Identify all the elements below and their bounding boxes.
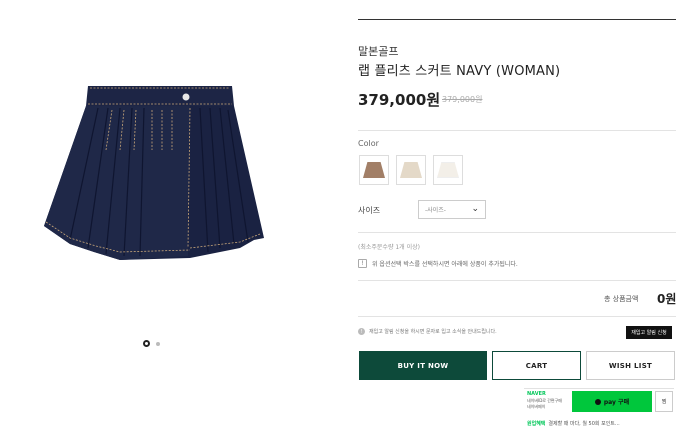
size-select[interactable]: -사이즈- ⌄ [418,200,486,219]
carousel-dot-active[interactable] [143,340,150,347]
restock-alert-button[interactable]: 재입고 알림 신청 [626,326,672,339]
top-divider [358,19,676,20]
size-label: 사이즈 [358,206,381,215]
brand-name[interactable]: 말본골프 [358,43,398,59]
naver-event-tag: 원업혜택 [527,421,546,427]
naver-jjim-button[interactable]: 찜 [655,391,673,412]
restock-notice-text: 재입고 알림 신청을 하시면 문자로 입고 소식을 안내드립니다. [369,329,497,335]
divider [358,232,676,233]
skirt-thumbnail [400,162,422,178]
naver-pay-label: pay 구매 [603,399,630,406]
naver-event-text: 결제할 때 마다, 월 50회 포인트... [548,421,620,427]
total-value: 0원 [657,292,677,306]
color-swatch-brown[interactable] [359,155,389,185]
divider [358,316,676,317]
product-image [44,86,264,260]
carousel-indicator [143,340,160,347]
min-order-note: (최소주문수량 1개 이상) [358,244,420,251]
option-info: ! 위 옵션선택 박스를 선택하시면 아래에 상품이 추가됩니다. [358,259,518,268]
naver-event[interactable]: 원업혜택 결제할 때 마다, 월 50회 포인트... [527,420,620,427]
info-icon: ! [358,259,367,268]
color-swatch-white[interactable] [433,155,463,185]
option-info-text: 위 옵션선택 박스를 선택하시면 아래에 상품이 추가됩니다. [372,261,518,268]
divider [358,130,676,131]
color-label: Color [358,139,379,148]
restock-notice: ! 재입고 알림 신청을 하시면 문자로 입고 소식을 안내드립니다. [358,328,497,335]
chevron-down-icon: ⌄ [471,204,479,214]
buy-now-button[interactable]: BUY IT NOW [359,351,487,380]
original-price: 379,000원 [442,95,483,104]
carousel-dot[interactable] [156,341,160,346]
naver-logo: NAVER [527,391,546,397]
cart-button[interactable]: CART [492,351,581,380]
total-label: 총 상품금액 [604,295,639,303]
skirt-thumbnail [363,162,385,178]
color-swatch-beige[interactable] [396,155,426,185]
size-select-value: -사이즈- [425,207,446,214]
npay-icon [594,398,601,405]
wishlist-button[interactable]: WISH LIST [586,351,675,380]
product-title: 랩 플리츠 스커트 NAVY (WOMAN) [358,64,561,79]
divider [358,280,676,281]
sale-price: 379,000원 [358,91,441,109]
info-icon: ! [358,328,365,335]
naver-desc: 네이버페이 [527,404,546,409]
naver-pay-button[interactable]: pay 구매 [572,391,652,412]
skirt-thumbnail [437,162,459,178]
